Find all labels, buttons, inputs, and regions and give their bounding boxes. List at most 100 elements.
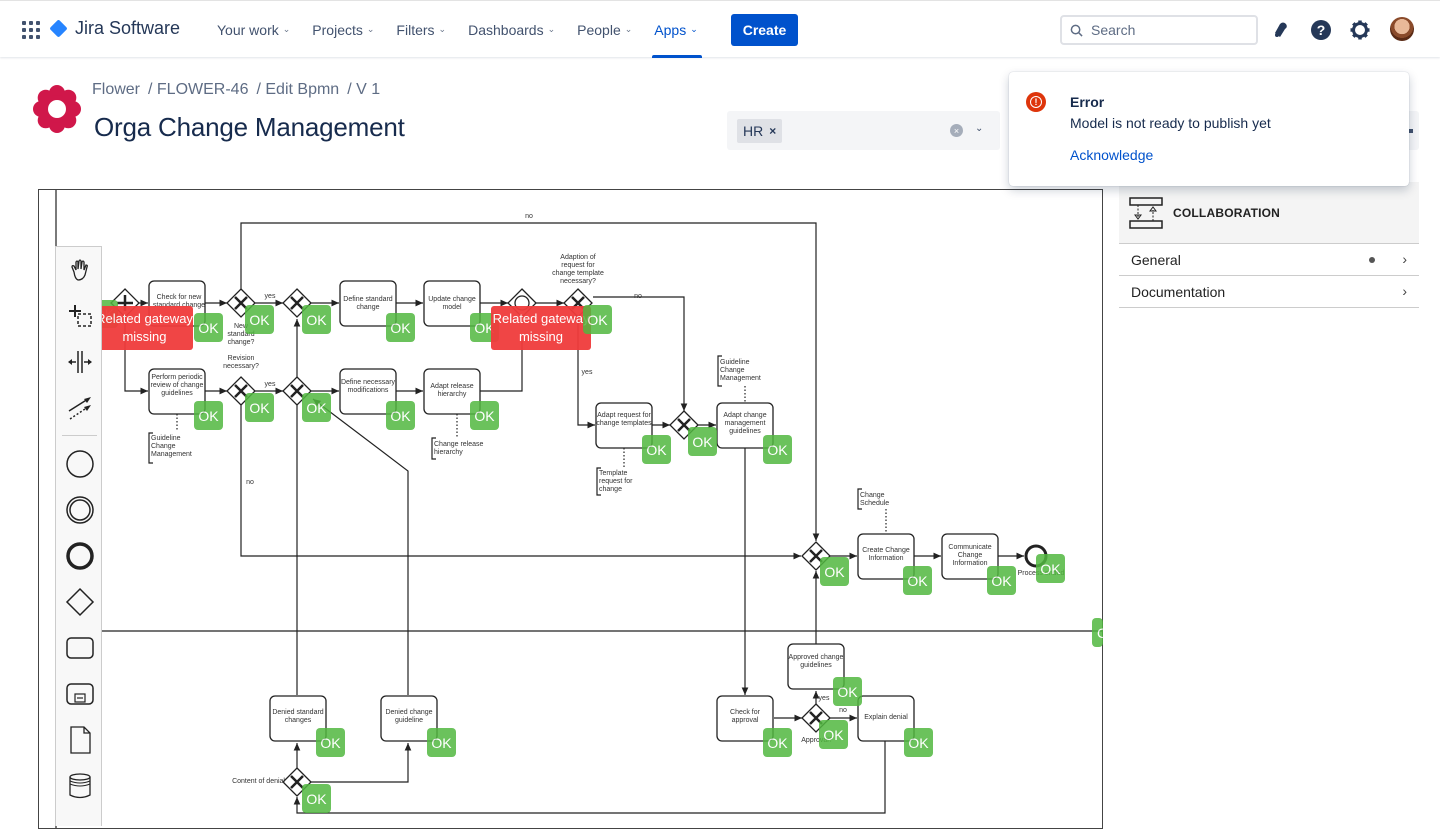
ok-badge: OK xyxy=(642,435,671,464)
app-switcher-icon[interactable] xyxy=(22,21,40,39)
notifications-icon[interactable] xyxy=(1270,19,1292,41)
chevron-down-icon: ⌄ xyxy=(282,24,291,34)
nav-people[interactable]: People ⌄ xyxy=(577,1,640,58)
chevron-down-icon: ⌄ xyxy=(366,24,375,34)
chevron-down-icon: ⌄ xyxy=(438,24,447,34)
svg-text:?: ? xyxy=(1317,22,1326,38)
breadcrumb-project[interactable]: Flower xyxy=(92,81,140,99)
tag-label: HR xyxy=(743,123,764,139)
gateway-label-content-denial: Content of denial xyxy=(232,778,285,785)
flow-label-no: no xyxy=(634,293,642,300)
ok-badge: OK xyxy=(245,393,274,422)
flower-project-icon xyxy=(33,85,81,133)
ok-badge: OK xyxy=(904,728,933,757)
chevron-down-icon[interactable]: ⌄ xyxy=(975,123,983,134)
chevron-down-icon: ⌄ xyxy=(624,24,633,34)
flow-label-no: no xyxy=(246,479,254,486)
error-flag: ! Error Model is not ready to publish ye… xyxy=(1009,72,1409,186)
space-tool-icon[interactable] xyxy=(65,347,95,377)
annotation-guideline[interactable]: Guideline Change Management xyxy=(151,435,201,459)
task-check-for-approval[interactable]: Check for approval xyxy=(717,709,773,725)
task-adapt-request-templates[interactable]: Adapt request for change templates xyxy=(596,412,652,428)
gateway-label-revision: Revision necessary? xyxy=(223,355,259,370)
annotation-change-schedule[interactable]: Change Schedule xyxy=(860,492,896,508)
breadcrumb-edit[interactable]: / Edit Bpmn xyxy=(256,81,339,99)
task-icon[interactable] xyxy=(65,633,95,663)
annotation-guideline[interactable]: Guideline Change Management xyxy=(720,359,764,383)
search-input[interactable]: Search xyxy=(1060,15,1258,45)
avatar[interactable] xyxy=(1390,17,1414,41)
nav-label: People xyxy=(577,21,621,38)
tag-select[interactable]: HR × × ⌄ xyxy=(727,111,1000,150)
task-denied-change-guideline[interactable]: Denied change guideline xyxy=(381,709,437,725)
bpmn-canvas[interactable]: Check for new standard change Define sta… xyxy=(38,189,1103,829)
search-icon xyxy=(1070,24,1083,37)
settings-icon[interactable] xyxy=(1349,19,1371,41)
group-label: General xyxy=(1131,251,1181,268)
task-approved-change-guidelines[interactable]: Approved change guidelines xyxy=(788,654,844,670)
flow-label-yes: yes xyxy=(264,381,276,388)
group-general[interactable]: General › xyxy=(1119,244,1419,276)
chevron-down-icon: ⌄ xyxy=(690,24,698,34)
annotation-release-hierarchy[interactable]: Change release hierarchy xyxy=(434,441,484,457)
task-adapt-release-hierarchy[interactable]: Adapt release hierarchy xyxy=(424,383,480,399)
tool-palette xyxy=(55,246,102,826)
nav-your-work[interactable]: Your work ⌄ xyxy=(217,1,298,58)
flow-label-yes: yes xyxy=(818,695,830,702)
ok-badge: OK xyxy=(302,305,331,334)
ok-badge: OK xyxy=(245,305,274,334)
acknowledge-link[interactable]: Acknowledge xyxy=(1070,147,1153,163)
start-event-icon[interactable] xyxy=(65,449,95,479)
data-store-icon[interactable] xyxy=(65,771,95,801)
intermediate-event-icon[interactable] xyxy=(65,495,95,525)
gateway-label-adaption: Adaption of request for change template … xyxy=(552,254,604,285)
create-button[interactable]: Create xyxy=(731,14,798,46)
breadcrumb-issue[interactable]: / FLOWER-46 xyxy=(148,81,248,99)
nav-label: Projects xyxy=(312,21,363,38)
task-denied-standard-changes[interactable]: Denied standard changes xyxy=(270,709,326,725)
task-perform-periodic-review[interactable]: Perform periodic review of change guidel… xyxy=(149,374,205,398)
breadcrumb-version[interactable]: / V 1 xyxy=(347,81,380,99)
ok-badge: OK xyxy=(903,566,932,595)
lasso-tool-icon[interactable] xyxy=(65,301,95,331)
task-adapt-guidelines[interactable]: Adapt change management guidelines xyxy=(717,412,773,436)
gateway-icon[interactable] xyxy=(65,587,95,617)
data-object-icon[interactable] xyxy=(65,725,95,755)
subprocess-icon[interactable] xyxy=(65,679,95,709)
error-badge-line: missing xyxy=(122,329,167,344)
group-documentation[interactable]: Documentation › xyxy=(1119,276,1419,308)
chevron-right-icon: › xyxy=(1402,251,1407,267)
ok-badge: OK xyxy=(583,305,612,334)
end-event-icon[interactable] xyxy=(65,541,95,571)
error-badge-line: Related gateway xyxy=(492,311,590,326)
group-label: Documentation xyxy=(1131,283,1226,300)
connect-tool-icon[interactable] xyxy=(65,393,95,423)
nav-filters[interactable]: Filters ⌄ xyxy=(396,1,454,58)
task-communicate-change-information[interactable]: Communicate Change Information xyxy=(942,544,998,568)
remove-tag-icon[interactable]: × xyxy=(769,124,776,138)
hand-tool-icon[interactable] xyxy=(65,255,95,285)
nav-apps[interactable]: Apps ⌄ xyxy=(652,1,705,58)
nav-projects[interactable]: Projects ⌄ xyxy=(312,1,382,58)
tag-chip: HR × xyxy=(737,119,783,143)
ok-badge: OK xyxy=(302,393,331,422)
task-update-change-model[interactable]: Update change model xyxy=(424,296,480,312)
ok-badge: OK xyxy=(833,677,862,706)
ok-badge: OK xyxy=(427,728,456,757)
nav-label: Filters xyxy=(396,21,435,38)
help-icon[interactable]: ? xyxy=(1310,19,1332,41)
ok-badge: OK xyxy=(470,401,499,430)
annotation-template-request[interactable]: Template request for change xyxy=(599,470,639,494)
task-create-change-information[interactable]: Create Change Information xyxy=(858,547,914,563)
nav-dashboards[interactable]: Dashboards ⌄ xyxy=(468,1,563,58)
task-define-necessary-modifications[interactable]: Define necessary modifications xyxy=(340,379,396,395)
ok-badge: OK xyxy=(820,557,849,586)
ok-badge: OK xyxy=(316,728,345,757)
ok-badge: OK xyxy=(763,435,792,464)
jira-logo[interactable]: Jira Software xyxy=(49,18,180,39)
task-explain-denial[interactable]: Explain denial xyxy=(858,714,914,722)
flow-label-no: no xyxy=(525,213,533,220)
task-define-standard-change[interactable]: Define standard change xyxy=(340,296,396,312)
nav-label: Your work xyxy=(217,21,279,38)
clear-icon[interactable]: × xyxy=(950,124,963,137)
